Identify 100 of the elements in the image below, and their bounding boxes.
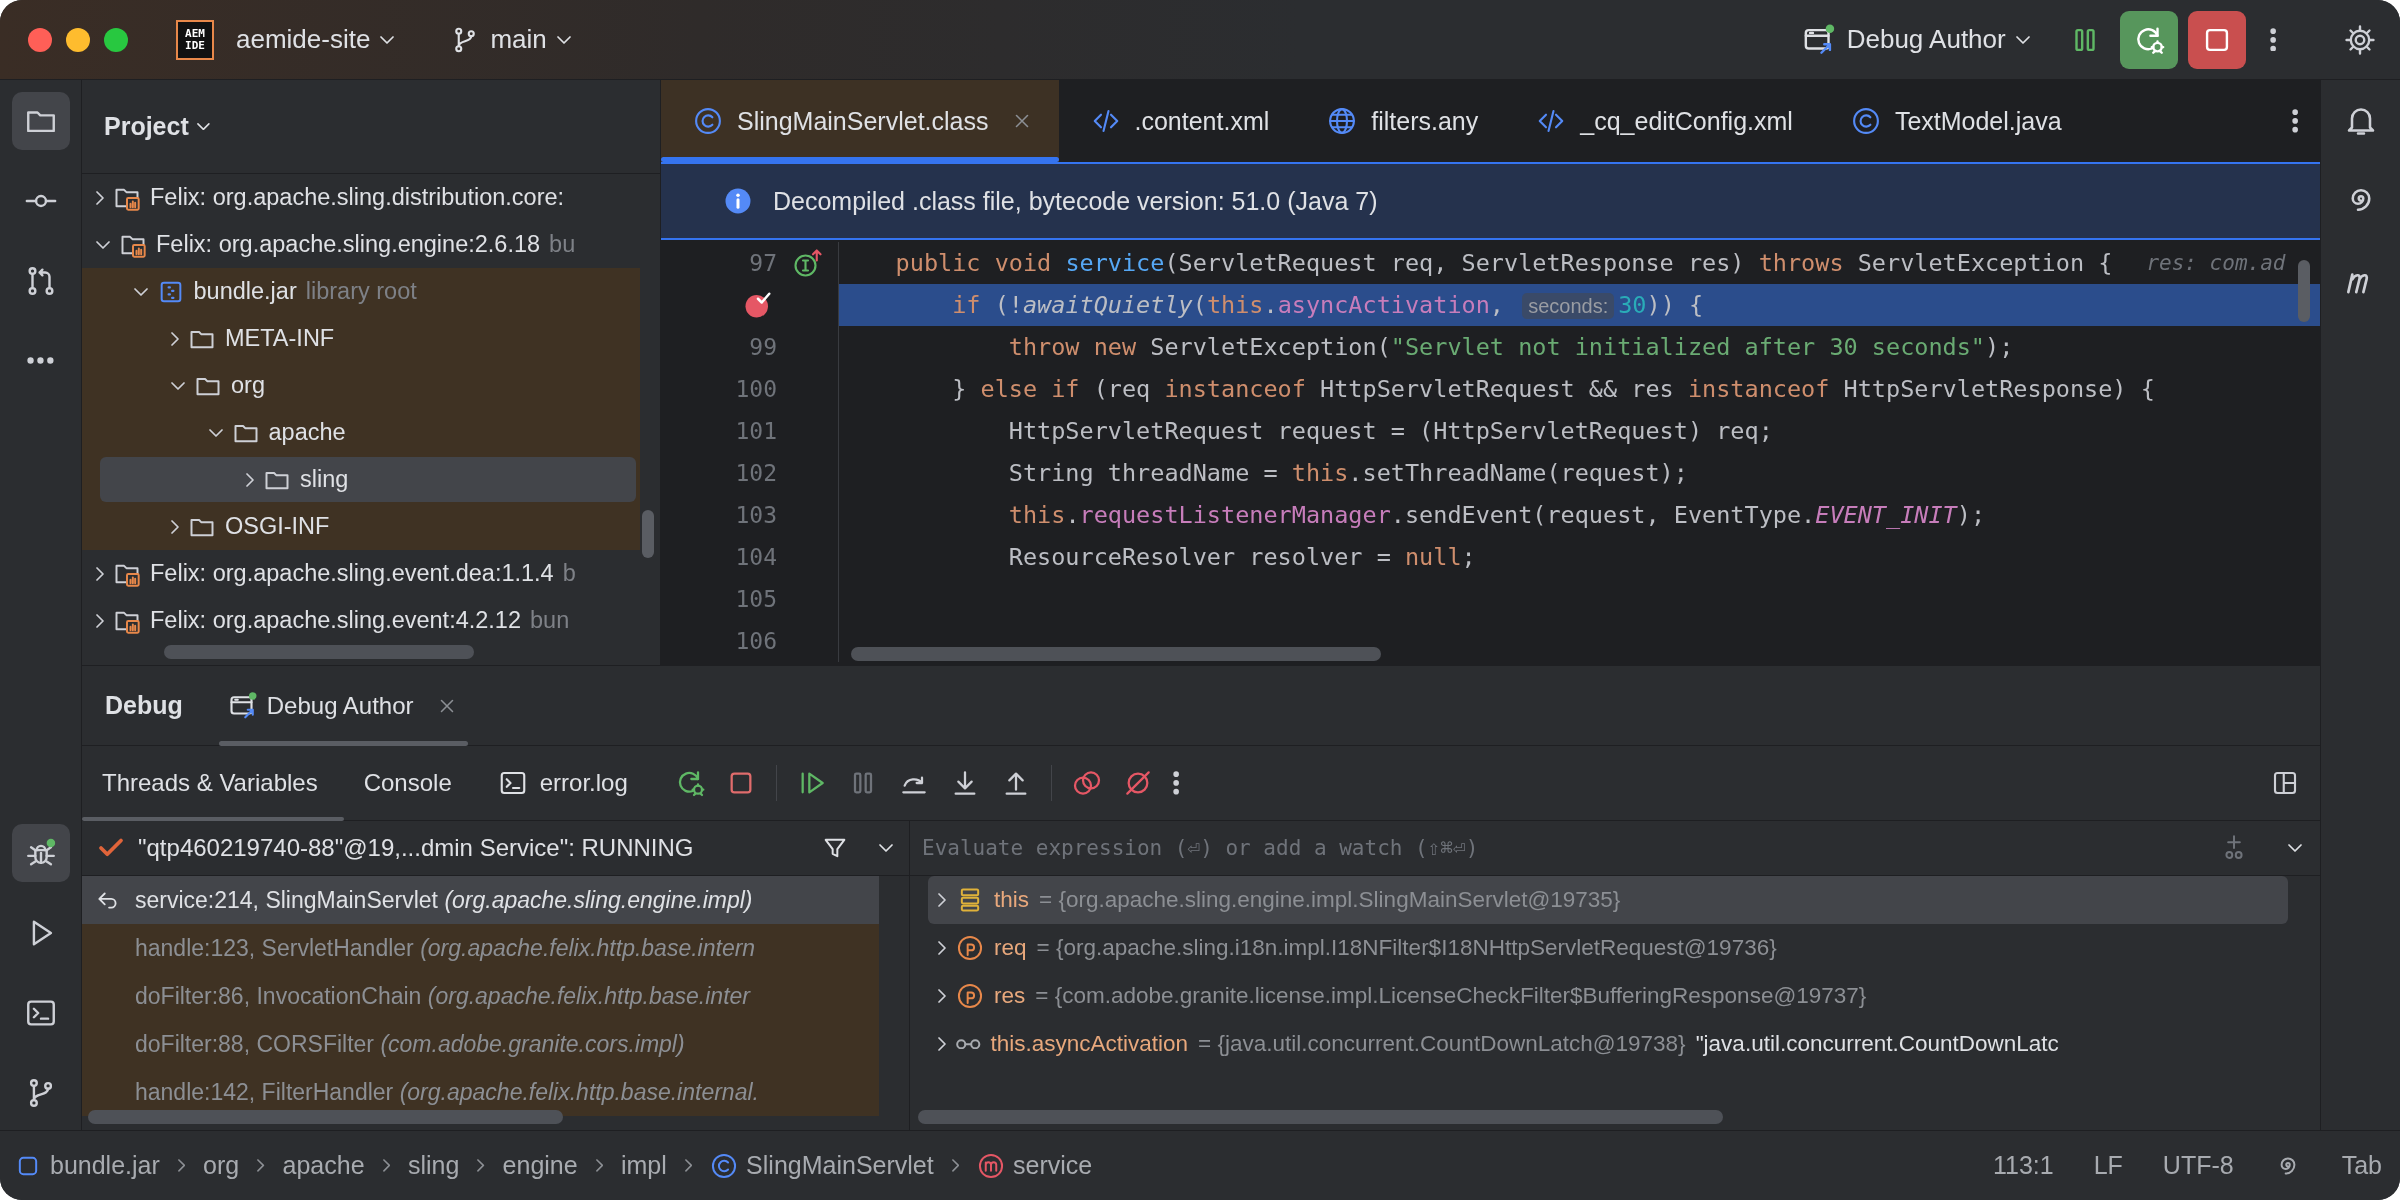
- branch-selector[interactable]: main: [442, 18, 579, 61]
- caret-position[interactable]: 113:1: [1992, 1151, 2054, 1180]
- variable-row[interactable]: res = {com.adobe.granite.license.impl.LicenseCheckFilter$BufferingResponse@19737}: [928, 972, 2268, 1020]
- chevron-icon[interactable]: [96, 240, 110, 249]
- info-icon: [723, 186, 753, 216]
- zoom-button[interactable]: [104, 27, 128, 52]
- settings-icon[interactable]: [2343, 22, 2377, 57]
- chevron-down-icon: [556, 35, 571, 44]
- tree-hint: b: [562, 560, 576, 587]
- breadcrumb[interactable]: sling: [407, 1151, 460, 1180]
- code-line: this.requestListenerManager.sendEvent(request, EventType.EVENT_INIT);: [1007, 501, 1986, 529]
- chevron-right-icon: [477, 1159, 485, 1172]
- glasses-icon: [956, 1038, 981, 1050]
- scrollbar-thumb[interactable]: [851, 647, 1381, 661]
- watch-input[interactable]: Evaluate expression (⏎) or add a watch (⇧⌘⏎): [910, 821, 2180, 875]
- variable-row[interactable]: req = {org.apache.sling.i18n.impl.I18NFilter$I18NHttpServletRequest@19736}: [928, 924, 2268, 972]
- rerun-debug-button[interactable]: [2119, 10, 2178, 69]
- chevron-icon[interactable]: [96, 566, 104, 581]
- panel-tab[interactable]: Console: [343, 746, 478, 820]
- chevron-icon[interactable]: [96, 190, 104, 205]
- editor-tab[interactable]: SlingMainServlet.class: [661, 80, 1059, 162]
- run-configuration-selector[interactable]: Debug Author: [1794, 16, 2038, 63]
- minimize-button[interactable]: [66, 27, 90, 52]
- chevron-icon[interactable]: [133, 287, 148, 296]
- class-icon: [693, 106, 723, 136]
- more-icon[interactable]: [2269, 27, 2276, 52]
- stack-frame[interactable]: doFilter:86, InvocationChain (org.apache.felix.http.base.inter: [82, 972, 879, 1020]
- chevron-right-icon[interactable]: [938, 989, 946, 1003]
- breadcrumb[interactable]: service: [977, 1151, 1093, 1180]
- tree-item[interactable]: apache: [82, 409, 640, 456]
- chevron-icon[interactable]: [246, 472, 254, 487]
- close-button[interactable]: [28, 27, 52, 52]
- chevron-down-icon[interactable]: [2288, 844, 2302, 852]
- chevron-icon[interactable]: [171, 381, 185, 390]
- line-number: 102: [735, 460, 777, 486]
- tree-item[interactable]: META-INF: [82, 315, 640, 362]
- tree-item[interactable]: Felix: org.apache.sling.engine:2.6.18 bu: [82, 221, 640, 268]
- editor-tab[interactable]: TextModel.java: [1818, 80, 2088, 162]
- editor-tab[interactable]: .content.xml: [1058, 80, 1296, 162]
- scrollbar-thumb[interactable]: [918, 1110, 1723, 1124]
- scrollbar-thumb[interactable]: [2298, 260, 2310, 322]
- chevron-right-icon[interactable]: [938, 941, 946, 955]
- run-configuration-icon: [228, 690, 259, 721]
- inline-hint: res: com.ad: [2146, 251, 2286, 275]
- bug-button[interactable]: [11, 824, 70, 882]
- panel-tab[interactable]: Threads & Variables: [82, 746, 344, 820]
- breakpoint-icon[interactable]: [743, 290, 773, 320]
- tree-item[interactable]: bundle.jar library root: [82, 268, 640, 315]
- chevron-icon[interactable]: [208, 428, 223, 437]
- more-icon[interactable]: [2291, 109, 2298, 133]
- chevron-icon[interactable]: [171, 519, 179, 534]
- line-number: 99: [749, 334, 777, 360]
- variable-row[interactable]: this.asyncActivation = {java.util.concurrent.CountDownLatch@19738} "java.util.concurrent.CountDownLatc: [928, 1020, 2268, 1068]
- chevron-right-icon: [177, 1159, 186, 1172]
- chevron-icon[interactable]: [171, 331, 179, 346]
- tree-item[interactable]: sling: [82, 456, 640, 503]
- chevron-down-icon[interactable]: [879, 844, 893, 852]
- breadcrumb[interactable]: apache: [282, 1151, 365, 1180]
- chevron-right-icon[interactable]: [938, 893, 946, 907]
- code-line: } else if (req instanceof HttpServletRequest && res instanceof HttpServletResponse) {: [951, 375, 2155, 403]
- tree-item[interactable]: Felix: org.apache.sling.event.dea:1.1.4 b: [82, 550, 640, 597]
- scrollbar-thumb[interactable]: [642, 510, 654, 558]
- editor-tab[interactable]: filters.any: [1295, 80, 1505, 162]
- line-number: 103: [735, 502, 777, 528]
- scrollbar-thumb[interactable]: [88, 1110, 563, 1124]
- file-encoding[interactable]: UTF-8: [2162, 1151, 2234, 1180]
- line-separator[interactable]: LF: [2093, 1151, 2123, 1180]
- breadcrumb[interactable]: engine: [502, 1151, 578, 1180]
- line-number: 101: [735, 418, 777, 444]
- tree-hint: library root: [305, 278, 417, 305]
- breadcrumb[interactable]: org: [203, 1151, 240, 1180]
- editor-tab[interactable]: _cq_editConfig.xml: [1504, 80, 1819, 162]
- session-tab[interactable]: Debug Author: [218, 666, 468, 745]
- breadcrumb[interactable]: SlingMainServlet: [710, 1151, 934, 1180]
- stack-frame[interactable]: handle:123, ServletHandler (org.apache.felix.http.base.intern: [82, 924, 879, 972]
- tree-item[interactable]: OSGI-INF: [82, 503, 640, 550]
- tree-item[interactable]: Felix: org.apache.sling.distribution.core:: [82, 174, 640, 221]
- stack-frame[interactable]: service:214, SlingMainServlet (org.apache.sling.engine.impl): [82, 876, 879, 924]
- panel-tab[interactable]: error.log: [477, 746, 654, 820]
- stack-frame[interactable]: handle:142, FilterHandler (org.apache.felix.http.base.internal.: [82, 1068, 879, 1116]
- variable-row[interactable]: this = {org.apache.sling.engine.impl.SlingMainServlet@19735}: [928, 876, 2288, 924]
- stack-frame[interactable]: doFilter:88, CORSFilter (com.adobe.granite.cors.impl): [82, 1020, 879, 1068]
- tree-item[interactable]: Felix: org.apache.sling.event:4.2.12 bun: [82, 597, 640, 644]
- project-selector[interactable]: aemide-site: [228, 18, 403, 61]
- chevron-right-icon: [257, 1159, 265, 1172]
- app-logo: AEM IDE: [176, 19, 214, 60]
- tree-item[interactable]: org: [82, 362, 640, 409]
- panel-title-menu[interactable]: Project: [104, 112, 210, 141]
- code-line: String threadName = this.setThreadName(request);: [1007, 459, 1688, 487]
- chevron-icon[interactable]: [96, 613, 104, 628]
- more-icon[interactable]: [1172, 771, 1180, 795]
- folder-button[interactable]: [11, 92, 70, 150]
- stop-button[interactable]: [2187, 10, 2246, 69]
- parameter-icon: [956, 982, 984, 1010]
- indent-setting[interactable]: Tab: [2341, 1151, 2382, 1180]
- implements-icon[interactable]: [793, 248, 823, 278]
- breadcrumb[interactable]: bundle.jar: [14, 1151, 160, 1180]
- chevron-right-icon[interactable]: [938, 1037, 946, 1051]
- scrollbar-thumb[interactable]: [164, 645, 474, 659]
- breadcrumb[interactable]: impl: [620, 1151, 667, 1180]
